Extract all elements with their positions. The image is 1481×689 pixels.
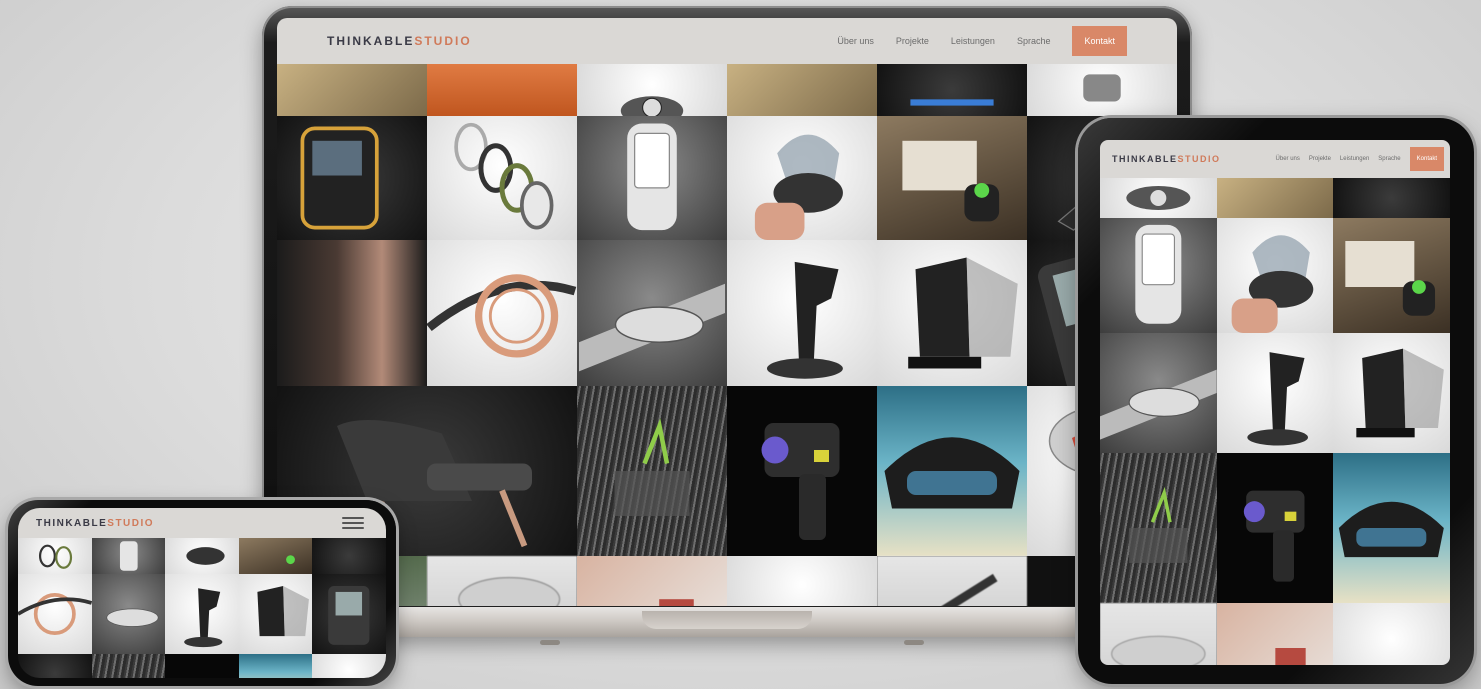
project-tile-scanner-gun[interactable] (312, 654, 386, 678)
project-tile-bottom-2[interactable] (427, 556, 577, 606)
project-tile-rugged-phone[interactable] (577, 116, 727, 240)
project-tile-thermal-camera[interactable] (727, 386, 877, 556)
hamburger-icon[interactable] (342, 517, 364, 529)
phone-screen: THINKABLESTUDIO (18, 508, 386, 678)
project-tile-hand-scanner[interactable] (727, 116, 877, 240)
logo-part-studio: STUDIO (414, 34, 472, 48)
project-tile-comic[interactable] (727, 64, 877, 116)
project-tile-rain-device[interactable] (577, 386, 727, 556)
site-logo[interactable]: THINKABLESTUDIO (1112, 154, 1221, 164)
logo-part-studio: STUDIO (1177, 154, 1221, 164)
project-tile-bottom-1[interactable] (1100, 603, 1217, 665)
laptop-foot (904, 640, 924, 645)
project-tile-watch-top[interactable] (1100, 178, 1217, 218)
site-header: THINKABLESTUDIO Über uns Projekte Leistu… (1100, 140, 1450, 178)
tablet-screen: THINKABLESTUDIO Über uns Projekte Leistu… (1100, 140, 1450, 665)
project-tile-watch-side[interactable] (577, 240, 727, 386)
project-tile-parcel-scanner[interactable] (1333, 218, 1450, 333)
project-tile-watch-top[interactable] (577, 64, 727, 116)
nav-about-link[interactable]: Über uns (837, 36, 874, 46)
project-tile-neon[interactable] (877, 64, 1027, 116)
project-tile-scanner-keypad[interactable] (277, 64, 427, 116)
logo-part-thinkable: THINKABLE (36, 517, 108, 529)
project-grid (277, 64, 1177, 606)
project-tile-barcode-scanner[interactable] (1216, 333, 1334, 453)
logo-part-studio: STUDIO (107, 517, 155, 529)
project-tile-exploded-watch[interactable] (18, 538, 92, 574)
project-tile-rugged-phone[interactable] (1100, 218, 1217, 333)
project-tile-bottom-4[interactable] (727, 556, 877, 606)
project-tile-rain-device[interactable] (91, 654, 166, 678)
project-tile-helmet[interactable] (1333, 453, 1450, 603)
logo-part-thinkable: THINKABLE (327, 34, 415, 48)
site-header: THINKABLESTUDIO (18, 508, 386, 538)
nav-projects-link[interactable]: Projekte (1309, 156, 1331, 162)
project-tile-presentation-scanner[interactable] (1333, 333, 1450, 453)
project-tile-bottom-3[interactable] (1333, 603, 1450, 665)
nav-about-link[interactable]: Über uns (1276, 156, 1300, 162)
project-tile-orange[interactable] (427, 64, 577, 116)
project-tile-barcode-scanner[interactable] (727, 240, 877, 386)
project-tile-barcode-scanner[interactable] (165, 574, 239, 654)
project-tile-neon[interactable] (1333, 178, 1450, 218)
project-tile-thermal-camera[interactable] (1216, 453, 1334, 603)
project-tile-rosegold-bracelet[interactable] (427, 240, 577, 386)
project-tile-glasses-portrait[interactable] (277, 240, 427, 386)
laptop-screen: THINKABLESTUDIO Über uns Projekte Leistu… (277, 18, 1177, 606)
site-logo[interactable]: THINKABLESTUDIO (36, 518, 154, 529)
project-tile-device-top[interactable] (1027, 64, 1177, 116)
project-tile-bottom-5[interactable] (877, 556, 1027, 606)
project-tile-bottom-3[interactable] (577, 556, 727, 606)
project-tile-rugged-phone[interactable] (91, 538, 166, 574)
project-tile-exploded-watch[interactable] (427, 116, 577, 240)
nav-projects-link[interactable]: Projekte (896, 36, 929, 46)
project-tile-chair[interactable] (18, 654, 92, 678)
project-tile-rain-device[interactable] (1100, 453, 1217, 603)
site-logo[interactable]: THINKABLESTUDIO (327, 34, 472, 48)
project-tile-rosegold-bracelet[interactable] (18, 574, 92, 654)
laptop-foot (540, 640, 560, 645)
main-nav: Über uns Projekte Leistungen Sprache Kon… (1276, 147, 1450, 171)
project-tile-presentation-scanner[interactable] (877, 240, 1027, 386)
project-tile-handheld[interactable] (277, 116, 427, 240)
project-tile-thermal-camera[interactable] (165, 654, 239, 678)
project-tile-parcel-scanner[interactable] (877, 116, 1027, 240)
contact-button[interactable]: Kontakt (1072, 26, 1127, 56)
project-tile-watch-side[interactable] (1100, 333, 1217, 453)
logo-part-thinkable: THINKABLE (1112, 154, 1178, 164)
project-tile-comic[interactable] (1216, 178, 1334, 218)
project-tile-presentation-scanner[interactable] (238, 574, 313, 654)
project-tile-helmet[interactable] (877, 386, 1027, 556)
project-tile-pen-device[interactable] (312, 538, 386, 574)
project-grid (1100, 178, 1450, 665)
nav-language-link[interactable]: Sprache (1017, 36, 1051, 46)
nav-language-link[interactable]: Sprache (1378, 156, 1400, 162)
laptop-opening-notch (642, 611, 812, 629)
main-nav: Über uns Projekte Leistungen Sprache Kon… (837, 26, 1177, 56)
project-tile-mobile-computer[interactable] (312, 574, 386, 654)
nav-services-link[interactable]: Leistungen (1340, 156, 1369, 162)
contact-button[interactable]: Kontakt (1409, 147, 1444, 171)
project-tile-parcel-scanner[interactable] (238, 538, 313, 574)
project-tile-bottom-2[interactable] (1216, 603, 1334, 665)
project-grid (18, 538, 386, 678)
nav-services-link[interactable]: Leistungen (951, 36, 995, 46)
project-tile-watch-side[interactable] (91, 574, 166, 654)
project-tile-helmet[interactable] (238, 654, 313, 678)
site-header: THINKABLESTUDIO Über uns Projekte Leistu… (277, 18, 1177, 64)
project-tile-hand-scanner[interactable] (1216, 218, 1334, 333)
project-tile-hand-scanner[interactable] (165, 538, 239, 574)
